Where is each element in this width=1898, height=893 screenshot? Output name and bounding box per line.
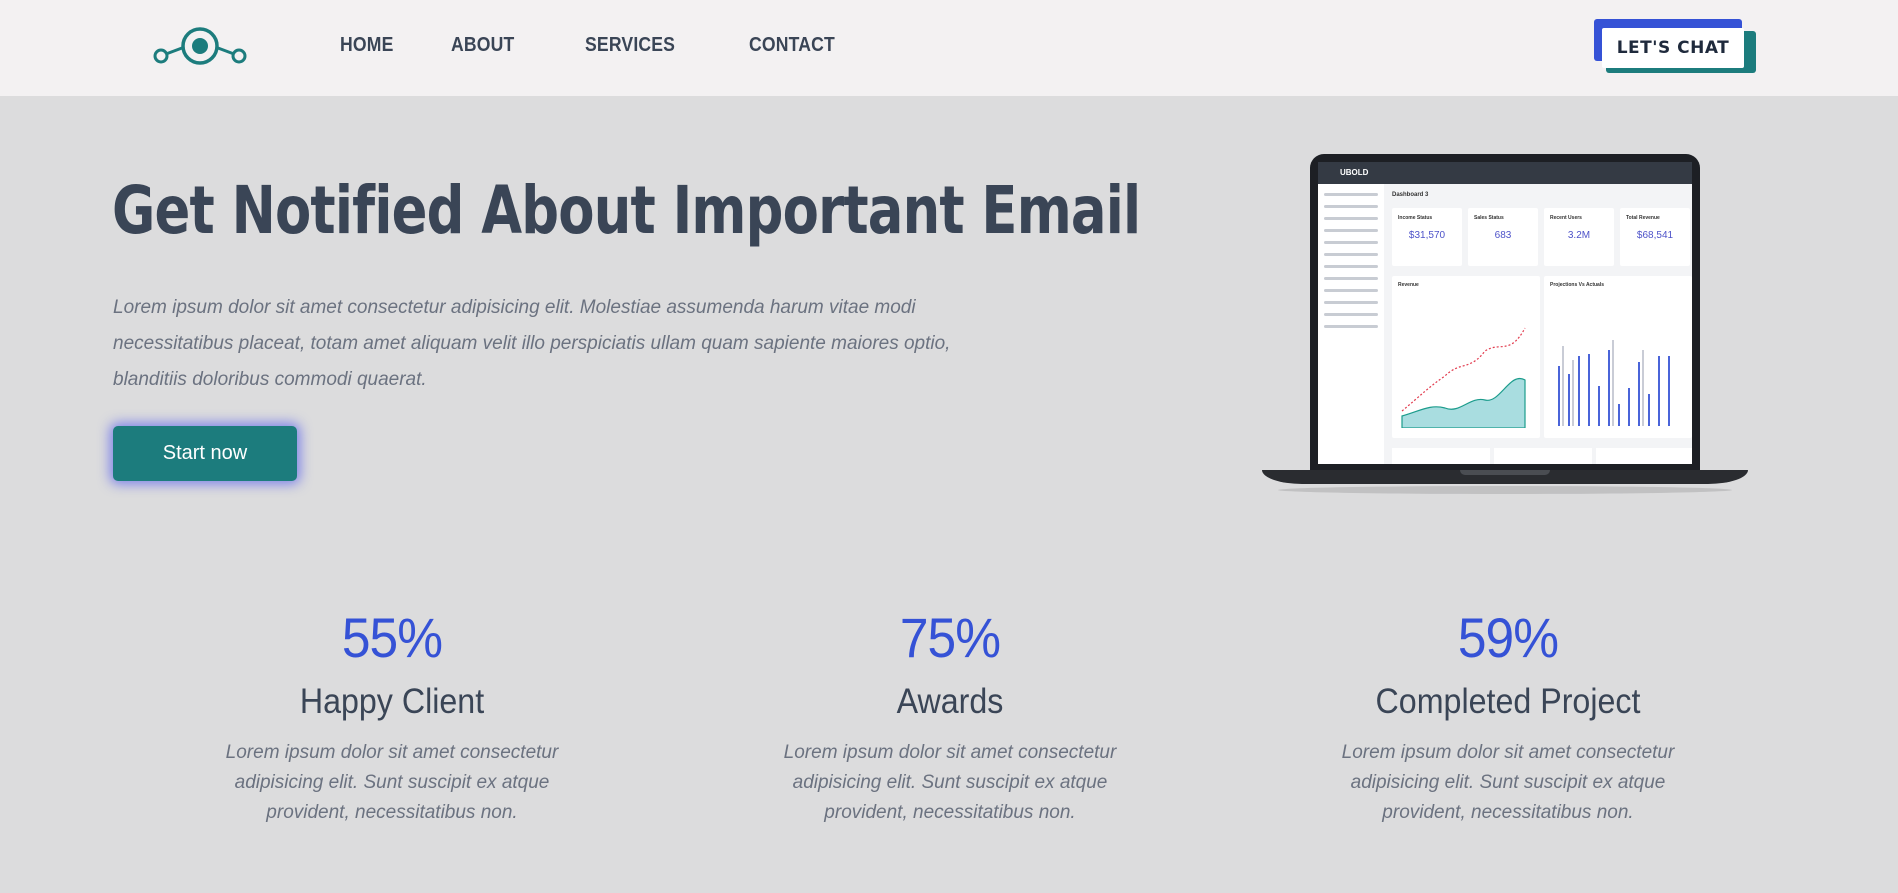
laptop-shadow — [1278, 486, 1732, 494]
stat-label: Happy Client — [299, 682, 485, 721]
main-nav: HOME ABOUT SERVICES CONTACT — [340, 34, 847, 57]
dashboard-card-label: Sales Status — [1474, 215, 1504, 221]
projections-panel-title: Projections Vs Actuals — [1550, 282, 1604, 288]
dashboard-bottom-card — [1392, 448, 1490, 464]
dashboard-card-value: 3.2M — [1567, 230, 1591, 241]
hero-description: Lorem ipsum dolor sit amet consectetur a… — [113, 297, 951, 390]
stat-awards: 75% Awards Lorem ipsum dolor sit amet co… — [765, 602, 1135, 828]
dashboard-card: Income Status $31,570 — [1392, 208, 1462, 266]
nav-services[interactable]: SERVICES — [585, 34, 675, 57]
logo-icon[interactable] — [152, 26, 248, 70]
dashboard-topbar: UBOLD — [1318, 162, 1692, 184]
dashboard-sidebar — [1318, 184, 1384, 464]
dashboard-brand: UBOLD — [1340, 168, 1369, 177]
nav-contact[interactable]: CONTACT — [749, 34, 835, 57]
lets-chat-wrapper: LET'S CHAT — [1594, 19, 1756, 75]
nav-home[interactable]: HOME — [340, 34, 394, 57]
dashboard-card-value: $31,570 — [1408, 230, 1446, 241]
start-now-button[interactable]: Start now — [113, 426, 297, 481]
laptop-screen-frame: UBOLD Dashboard 3 Income Status $31,570 … — [1310, 154, 1700, 472]
laptop-mockup: UBOLD Dashboard 3 Income Status $31,570 … — [1262, 154, 1748, 494]
dashboard-card: Recent Users 3.2M — [1544, 208, 1614, 266]
dashboard-bottom-card — [1596, 448, 1692, 464]
nav-about[interactable]: ABOUT — [451, 34, 514, 57]
dashboard-card-label: Total Revenue — [1626, 215, 1660, 221]
hero-title: Get Notified About Important Email — [112, 172, 1141, 249]
revenue-panel-title: Revenue — [1398, 282, 1419, 288]
site-header: HOME ABOUT SERVICES CONTACT LET'S CHAT — [0, 0, 1898, 96]
laptop-notch — [1460, 470, 1550, 475]
stat-value: 55% — [341, 606, 443, 669]
revenue-line-chart — [1401, 327, 1526, 428]
projections-bar-chart — [1558, 340, 1670, 426]
dashboard-bottom-card — [1494, 448, 1592, 464]
stat-value: 59% — [1457, 606, 1559, 669]
revenue-panel: Revenue — [1392, 276, 1540, 438]
stat-description: Lorem ipsum dolor sit amet consectetur a… — [225, 742, 559, 823]
dashboard-title: Dashboard 3 — [1392, 192, 1429, 198]
stat-description: Lorem ipsum dolor sit amet consectetur a… — [1341, 742, 1675, 823]
dashboard-card-label: Income Status — [1398, 215, 1433, 221]
stat-label: Completed Project — [1375, 682, 1641, 721]
dashboard-card-value: $68,541 — [1636, 230, 1674, 241]
dashboard-screenshot: UBOLD Dashboard 3 Income Status $31,570 … — [1318, 162, 1692, 464]
stat-happy-client: 55% Happy Client Lorem ipsum dolor sit a… — [207, 602, 577, 828]
dashboard-card-label: Recent Users — [1550, 215, 1582, 221]
dashboard-card: Sales Status 683 — [1468, 208, 1538, 266]
dashboard-card-value: 683 — [1494, 230, 1512, 241]
stat-description: Lorem ipsum dolor sit amet consectetur a… — [783, 742, 1117, 823]
stat-completed-project: 59% Completed Project Lorem ipsum dolor … — [1323, 602, 1693, 828]
stat-label: Awards — [896, 682, 1004, 721]
stat-value: 75% — [899, 606, 1001, 669]
lets-chat-button[interactable]: LET'S CHAT — [1602, 28, 1744, 68]
projections-panel: Projections Vs Actuals — [1544, 276, 1692, 438]
dashboard-card: Total Revenue $68,541 — [1620, 208, 1690, 266]
